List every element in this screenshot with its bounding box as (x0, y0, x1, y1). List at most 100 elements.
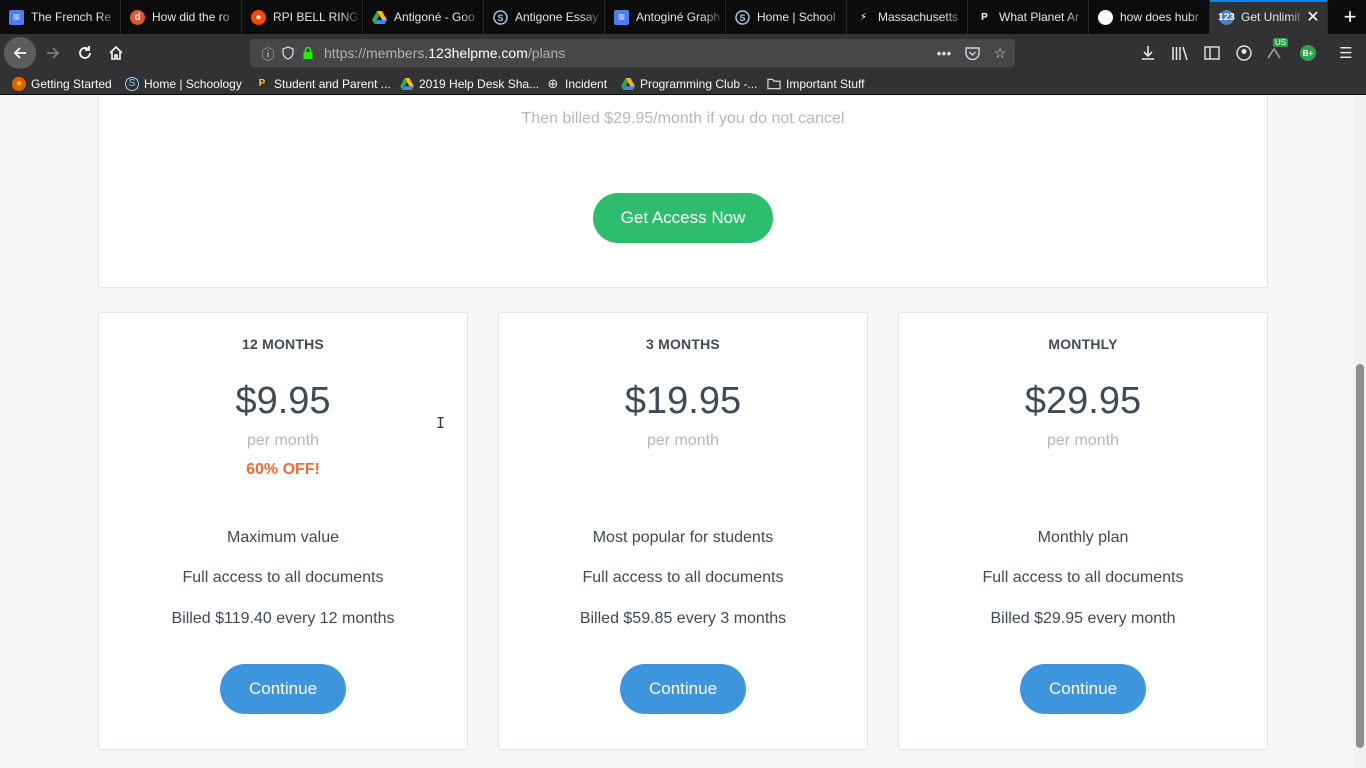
schoology-icon: S (493, 9, 508, 25)
get-access-button[interactable]: Get Access Now (593, 193, 773, 243)
bookmark-star-icon[interactable]: ☆ (990, 44, 1010, 62)
plan-card-monthly: MONTHLY $29.95 per month Monthly plan Fu… (898, 312, 1268, 750)
page-actions-icon[interactable]: ••• (934, 44, 954, 62)
url-bar[interactable]: ⓘ https://members.123helpme.com/plans ••… (250, 39, 1015, 67)
tab-title: Antigoné - Goo (394, 10, 475, 24)
tab-6[interactable]: Antoginé Graph (605, 0, 726, 34)
bookmark-help-desk[interactable]: 2019 Help Desk Sha... (400, 75, 539, 92)
tab-title: Massachusetts (878, 10, 959, 24)
bookmark-label: Student and Parent ... (274, 76, 391, 91)
svg-text:S: S (497, 13, 503, 23)
pocket-icon[interactable] (962, 44, 982, 62)
lock-icon[interactable] (300, 45, 316, 61)
bookmark-label: Incident (565, 76, 608, 91)
plan-tagline: Maximum value (226, 529, 340, 546)
plan-access: Full access to all documents (982, 569, 1184, 586)
tab-strip: The French Re d How did the ro ● RPI BEL… (0, 0, 1366, 34)
tab-2[interactable]: d How did the ro (121, 0, 242, 34)
back-button[interactable] (4, 37, 36, 69)
google-docs-icon (614, 9, 629, 25)
plan-card-12-months: 12 MONTHS $9.95 per month 60% OFF! Maxim… (98, 312, 468, 750)
google-docs-icon (9, 9, 24, 25)
plan-access: Full access to all documents (582, 569, 784, 586)
home-icon (109, 45, 123, 60)
123helpme-icon: 123 (1218, 9, 1235, 25)
plan-card-3-months: 3 MONTHS $19.95 per month Most popular f… (498, 312, 868, 750)
tab-5[interactable]: S Antigone Essay (484, 0, 605, 34)
continue-button[interactable]: Continue (1020, 664, 1146, 714)
tab-10[interactable]: G how does hubr (1089, 0, 1210, 34)
tab-title: Antoginé Graph (636, 10, 721, 24)
navigation-toolbar: ⓘ https://members.123helpme.com/plans ••… (0, 34, 1366, 72)
url-text[interactable]: https://members.123helpme.com/plans (324, 45, 565, 61)
tab-7[interactable]: S Home | School (726, 0, 847, 34)
plan-period: per month (646, 432, 720, 449)
home-button[interactable] (101, 38, 131, 68)
plan-name: 3 MONTHS (646, 336, 720, 352)
plan-period: per month (246, 432, 320, 449)
tab-title: Antigone Essay (515, 10, 599, 24)
bookmark-schoology[interactable]: S Home | Schoology (125, 75, 242, 92)
plan-name: MONTHLY (1048, 336, 1118, 352)
shield-icon[interactable] (280, 45, 296, 61)
duckduckgo-icon: d (130, 9, 145, 25)
continue-button[interactable]: Continue (620, 664, 746, 714)
bookmark-getting-started[interactable]: ● Getting Started (12, 75, 112, 92)
bookmark-label: Programming Club -... (640, 76, 758, 91)
plan-period: per month (1046, 432, 1120, 449)
menu-icon[interactable]: ☰ (1336, 43, 1356, 63)
extension-badge: US (1273, 38, 1289, 47)
close-tab-icon[interactable]: ✕ (1305, 7, 1321, 27)
mass-icon: ⚡ (859, 11, 868, 23)
billing-note: Then billed $29.95/month if you do not c… (521, 110, 845, 127)
arrow-left-icon (13, 47, 26, 59)
plan-access: Full access to all documents (182, 569, 384, 586)
bookmark-student-parent[interactable]: P Student and Parent ... (255, 75, 391, 92)
library-icon[interactable] (1170, 43, 1190, 63)
tab-title: Get Unlimit (1241, 10, 1301, 24)
sidebar-icon[interactable] (1202, 43, 1222, 63)
plan-name: 12 MONTHS (242, 336, 324, 352)
tab-8[interactable]: ⚡ Massachusetts (847, 0, 968, 34)
tab-active[interactable]: 123 Get Unlimit ✕ (1210, 0, 1328, 34)
bookmark-important-stuff[interactable]: Important Stuff (767, 75, 865, 92)
plan-tagline: Most popular for students (592, 529, 774, 546)
tab-9[interactable]: P What Planet Ar (968, 0, 1089, 34)
svg-text:S: S (739, 13, 745, 23)
bookmark-label: Home | Schoology (144, 76, 242, 91)
arrow-right-icon (47, 47, 60, 59)
tab-1[interactable]: The French Re (0, 0, 121, 34)
page-viewport: Then billed $29.95/month if you do not c… (0, 96, 1366, 768)
firefox-icon: ● (12, 76, 26, 91)
tab-title: The French Re (31, 10, 112, 24)
info-icon[interactable]: ⓘ (260, 45, 276, 62)
new-tab-button[interactable]: + (1334, 0, 1366, 34)
tab-title: How did the ro (152, 10, 230, 24)
forward-button[interactable] (38, 38, 68, 68)
downloads-icon[interactable] (1138, 43, 1158, 63)
tab-3[interactable]: ● RPI BELL RING (242, 0, 363, 34)
tab-title: RPI BELL RING (273, 10, 359, 24)
account-icon[interactable] (1234, 43, 1254, 63)
bookmark-programming-club[interactable]: Programming Club -... (621, 75, 757, 92)
bookmark-incident[interactable]: ⊕ Incident (546, 75, 607, 92)
text-cursor-icon: I (436, 414, 446, 432)
google-drive-icon (400, 77, 414, 91)
grammar-extension-icon[interactable]: B+ (1300, 45, 1316, 61)
reload-button[interactable] (70, 38, 100, 68)
continue-button[interactable]: Continue (220, 664, 346, 714)
schoology-icon: S (735, 9, 750, 25)
powerschool-icon: P (258, 78, 266, 89)
plan-price: $9.95 (235, 380, 331, 422)
plan-billing: Billed $29.95 every month (990, 610, 1176, 627)
google-drive-icon (372, 10, 387, 25)
plan-billing: Billed $119.40 every 12 months (171, 610, 395, 627)
plan-price: $19.95 (624, 380, 742, 422)
bookmark-label: Getting Started (31, 76, 112, 91)
page-scrollbar[interactable] (1354, 96, 1366, 768)
reddit-icon: ● (251, 9, 266, 25)
google-drive-icon (621, 77, 635, 91)
tab-4[interactable]: Antigoné - Goo (363, 0, 484, 34)
plan-price: $29.95 (1024, 380, 1142, 422)
scrollbar-thumb[interactable] (1356, 364, 1364, 748)
